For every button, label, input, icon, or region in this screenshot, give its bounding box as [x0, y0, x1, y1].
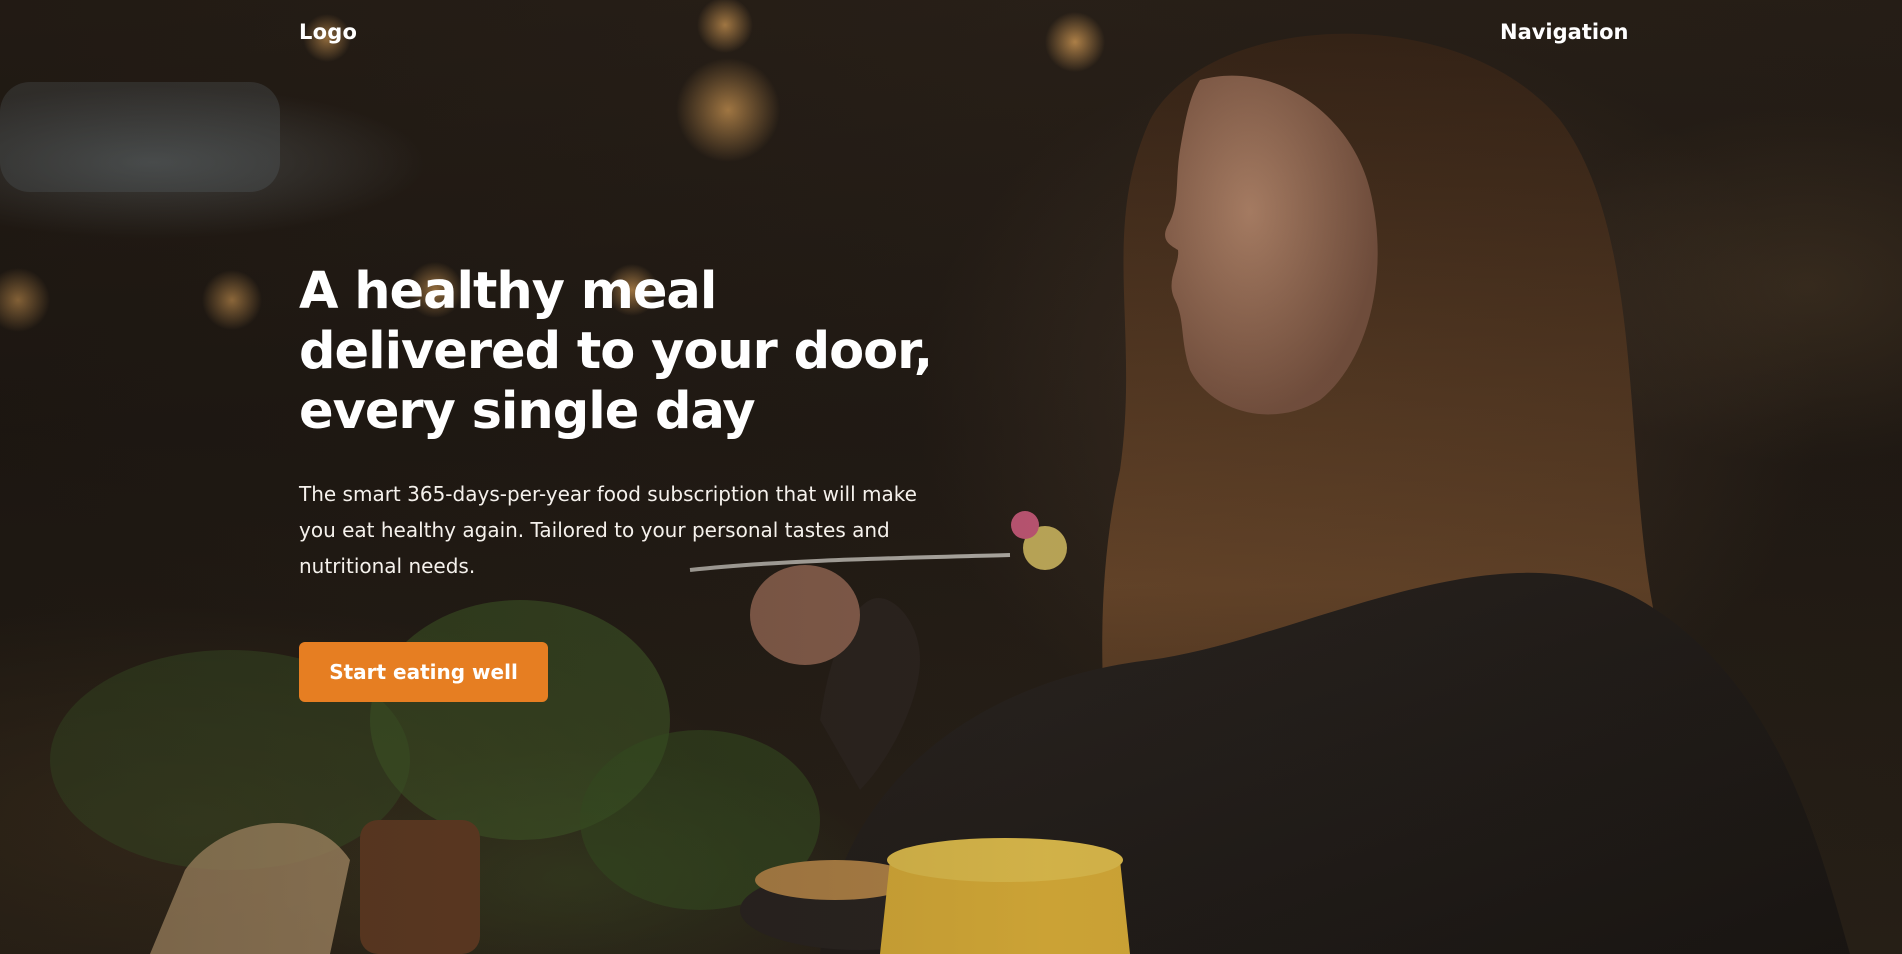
hero-subheading: The smart 365-days-per-year food subscri…: [299, 482, 917, 578]
hero-content: A healthy meal delivered to your door, e…: [299, 262, 979, 702]
navigation-link[interactable]: Navigation: [1500, 20, 1628, 44]
logo[interactable]: Logo: [299, 20, 357, 44]
hero-section: Logo Navigation A healthy meal delivered…: [0, 0, 1902, 954]
start-eating-well-button[interactable]: Start eating well: [299, 642, 548, 702]
site-header: Logo Navigation: [0, 0, 1902, 70]
hero-headline: A healthy meal delivered to your door, e…: [299, 262, 933, 441]
